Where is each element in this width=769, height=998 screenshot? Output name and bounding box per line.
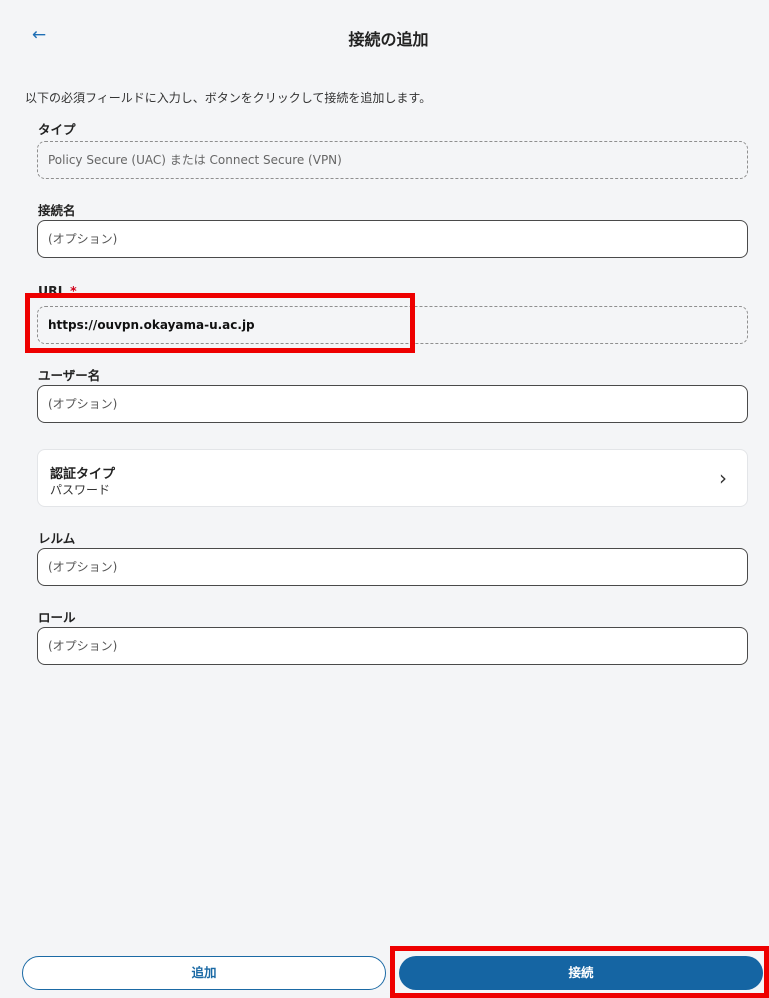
realm-label: レルム <box>38 531 76 546</box>
page-title: 接続の追加 <box>348 30 429 49</box>
role-input[interactable]: (オプション) <box>37 627 748 665</box>
url-label-text: URL <box>38 283 66 298</box>
username-label: ユーザー名 <box>38 368 101 383</box>
chevron-right-icon: › <box>719 466 727 490</box>
top-bar: ← 接続の追加 <box>8 10 769 60</box>
instructions-text: 以下の必須フィールドに入力し、ボタンをクリックして接続を追加します。 <box>25 91 432 105</box>
add-button[interactable]: 追加 <box>22 956 386 990</box>
type-field: Policy Secure (UAC) または Connect Secure (… <box>37 141 748 179</box>
connect-button[interactable]: 接続 <box>399 956 763 990</box>
auth-type-selector[interactable]: 認証タイプ パスワード › <box>37 449 748 507</box>
auth-type-label: 認証タイプ <box>50 467 116 482</box>
url-input[interactable]: https://ouvpn.okayama-u.ac.jp <box>37 306 748 344</box>
username-input[interactable]: (オプション) <box>37 385 748 423</box>
connection-name-input[interactable]: (オプション) <box>37 220 748 258</box>
required-marker: * <box>70 283 77 298</box>
url-label: URL * <box>38 283 77 298</box>
add-connection-screen: ← 接続の追加 以下の必須フィールドに入力し、ボタンをクリックして接続を追加しま… <box>8 10 769 998</box>
connection-name-label: 接続名 <box>38 203 76 218</box>
type-label: タイプ <box>38 122 76 137</box>
realm-input[interactable]: (オプション) <box>37 548 748 586</box>
role-label: ロール <box>38 610 76 625</box>
auth-type-value: パスワード <box>50 483 111 497</box>
